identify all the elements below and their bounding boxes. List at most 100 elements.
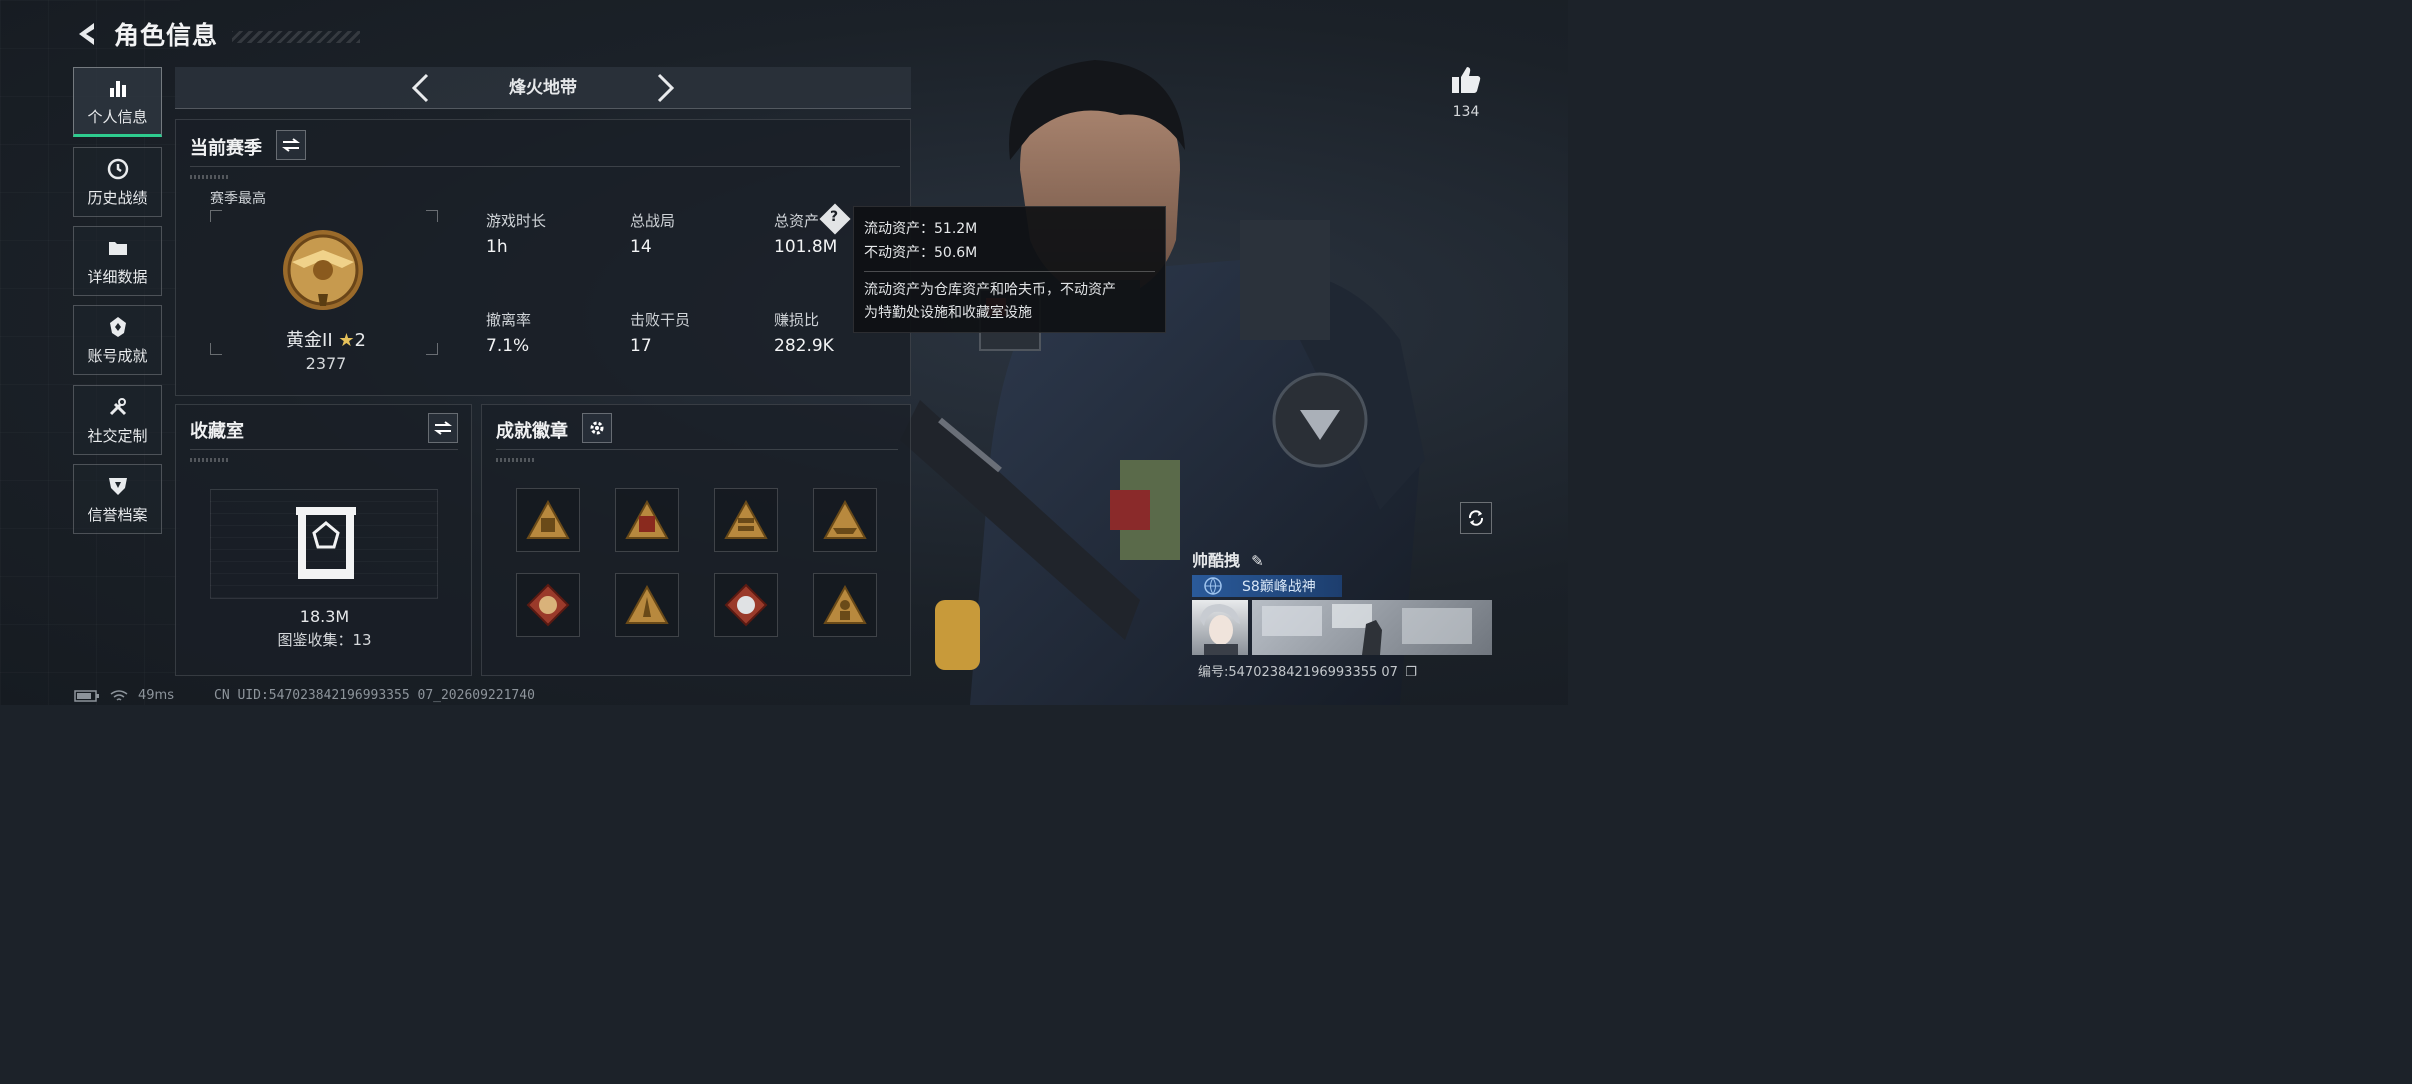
player-id: 编号:547023842196993355 07 [1198,665,1398,680]
badges-title: 成就徽章 [496,421,568,442]
stat-value-extraction: 7.1% [486,336,530,356]
badge-slot-5[interactable] [516,573,580,637]
player-name: 帅酷拽 [1192,551,1241,570]
badge-s8-icon [625,500,669,539]
battery-icon [74,689,99,702]
badge-stack-icon [724,500,768,539]
badge-dragon-icon [526,583,570,627]
sidebar-item-history[interactable]: 历史战绩 [73,147,162,217]
achievement-icon [109,316,126,337]
badge-slot-7[interactable] [714,573,778,637]
tooltip-liquid-assets: 流动资产：51.2M [864,221,978,237]
banner-scene-icon [1262,604,1472,655]
sidebar-item-detail-data[interactable]: 详细数据 [73,226,162,296]
rotate-icon [1468,510,1484,526]
sidebar-item-label: 详细数据 [87,267,148,286]
tooltip-fixed-assets: 不动资产：50.6M [864,245,978,261]
folder-icon [108,241,127,255]
tools-icon [109,397,126,415]
title-hatch-decoration [232,31,361,43]
rotate-view-button[interactable] [1460,502,1492,534]
badge-slot-6[interactable] [615,573,679,637]
season-panel: 当前赛季 赛季最高 黄金II ★2 2377 游戏时长 1h 总战局 14 总资… [175,119,911,396]
season-divider [190,166,900,167]
next-mode-chevron-icon[interactable] [647,71,681,105]
sidebar-item-achievements[interactable]: 账号成就 [73,305,162,375]
badge-slot-8[interactable] [813,573,877,637]
collection-panel: 收藏室 18.3M 图鉴收集：13 [175,404,472,676]
badge-beast-icon [724,583,768,627]
gold-rank-emblem-icon [283,230,363,310]
badges-divider [496,449,898,450]
stat-value-matches: 14 [630,237,652,257]
gear-icon [590,421,604,435]
page-title: 角色信息 [114,21,219,50]
swap-icon [434,421,452,435]
collection-divider [190,449,458,450]
season-best-label: 赛季最高 [210,191,266,207]
tooltip-desc-line2: 为特勤处设施和收藏室设施 [864,305,1032,321]
season-title: 当前赛季 [190,138,262,159]
title-globe-icon [1204,577,1222,595]
sidebar-item-label: 历史战绩 [87,188,148,207]
stat-label-matches: 总战局 [630,212,676,230]
badge-slot-3[interactable] [714,488,778,552]
uid-text: CN UID:547023842196993355 07_20260922174… [214,688,535,703]
stat-value-kills: 17 [630,336,652,356]
sidebar-item-label: 信誉档案 [87,505,148,524]
badges-panel: 成就徽章 [481,404,911,676]
star-icon: ★ [338,330,355,351]
ping-value: 49ms [138,688,174,703]
season-switch-button[interactable] [276,130,306,160]
sidebar-item-reputation[interactable]: 信誉档案 [73,464,162,534]
tooltip-divider [864,271,1155,272]
collection-switch-button[interactable] [428,413,458,443]
title-badge[interactable]: S8巅峰战神 [1192,575,1342,597]
edit-pencil-icon[interactable]: ✎ [1251,552,1264,570]
badge-ship-icon [823,500,867,539]
collection-title: 收藏室 [190,421,244,442]
stat-label-playtime: 游戏时长 [486,212,547,230]
wifi-icon [110,689,128,701]
badge-crate-icon [526,500,570,539]
rank-stars: 2 [354,330,366,351]
stat-value-playtime: 1h [486,237,508,257]
avatar-portrait-icon [1200,604,1240,655]
sidebar-item-label: 社交定制 [87,426,148,445]
copy-icon[interactable]: ❐ [1405,665,1417,680]
badge-slot-1[interactable] [516,488,580,552]
mode-label: 烽火地带 [509,78,577,98]
badge-slot-2[interactable] [615,488,679,552]
stat-label-kills: 击败干员 [630,311,691,329]
avatar[interactable] [1192,600,1248,655]
banner-card[interactable] [1252,600,1492,655]
collection-vault-icon [296,507,356,579]
sidebar-item-label: 账号成就 [87,346,148,365]
status-bar: 49ms [74,688,174,703]
sidebar-item-label: 个人信息 [87,107,148,126]
profile-name-row: 帅酷拽 ✎ [1192,547,1492,575]
back-arrow-icon[interactable] [74,20,102,48]
badge-soldier-icon [823,585,867,624]
badge-rocket-icon [625,585,669,624]
assets-tooltip: 流动资产：51.2M 不动资产：50.6M 流动资产为仓库资产和哈夫币，不动资产… [853,206,1166,333]
rank-score: 2377 [305,354,347,373]
mode-selector: 烽火地带 [175,67,911,109]
rank-name: 黄金II [286,330,333,351]
thumbs-up-icon[interactable] [1450,64,1482,96]
badge-slot-4[interactable] [813,488,877,552]
sidebar-item-personal-info[interactable]: 个人信息 [73,67,162,137]
tooltip-desc-line1: 流动资产为仓库资产和哈夫币，不动资产 [864,282,1116,298]
top-bar: 角色信息 [74,14,361,54]
tick-decoration [496,458,534,462]
player-id-row: 编号:547023842196993355 07 ❐ [1198,661,1417,680]
tick-decoration [190,175,228,179]
stat-label-extraction: 撤离率 [486,311,532,329]
help-question-icon: ? [830,209,839,225]
badges-settings-button[interactable] [582,413,612,443]
collection-count: 图鉴收集：13 [277,631,372,649]
stat-label-assets: 总资产 [774,212,820,230]
stat-value-profit-ratio: 282.9K [774,336,834,356]
history-clock-icon [107,158,128,179]
sidebar-item-social[interactable]: 社交定制 [73,385,162,455]
